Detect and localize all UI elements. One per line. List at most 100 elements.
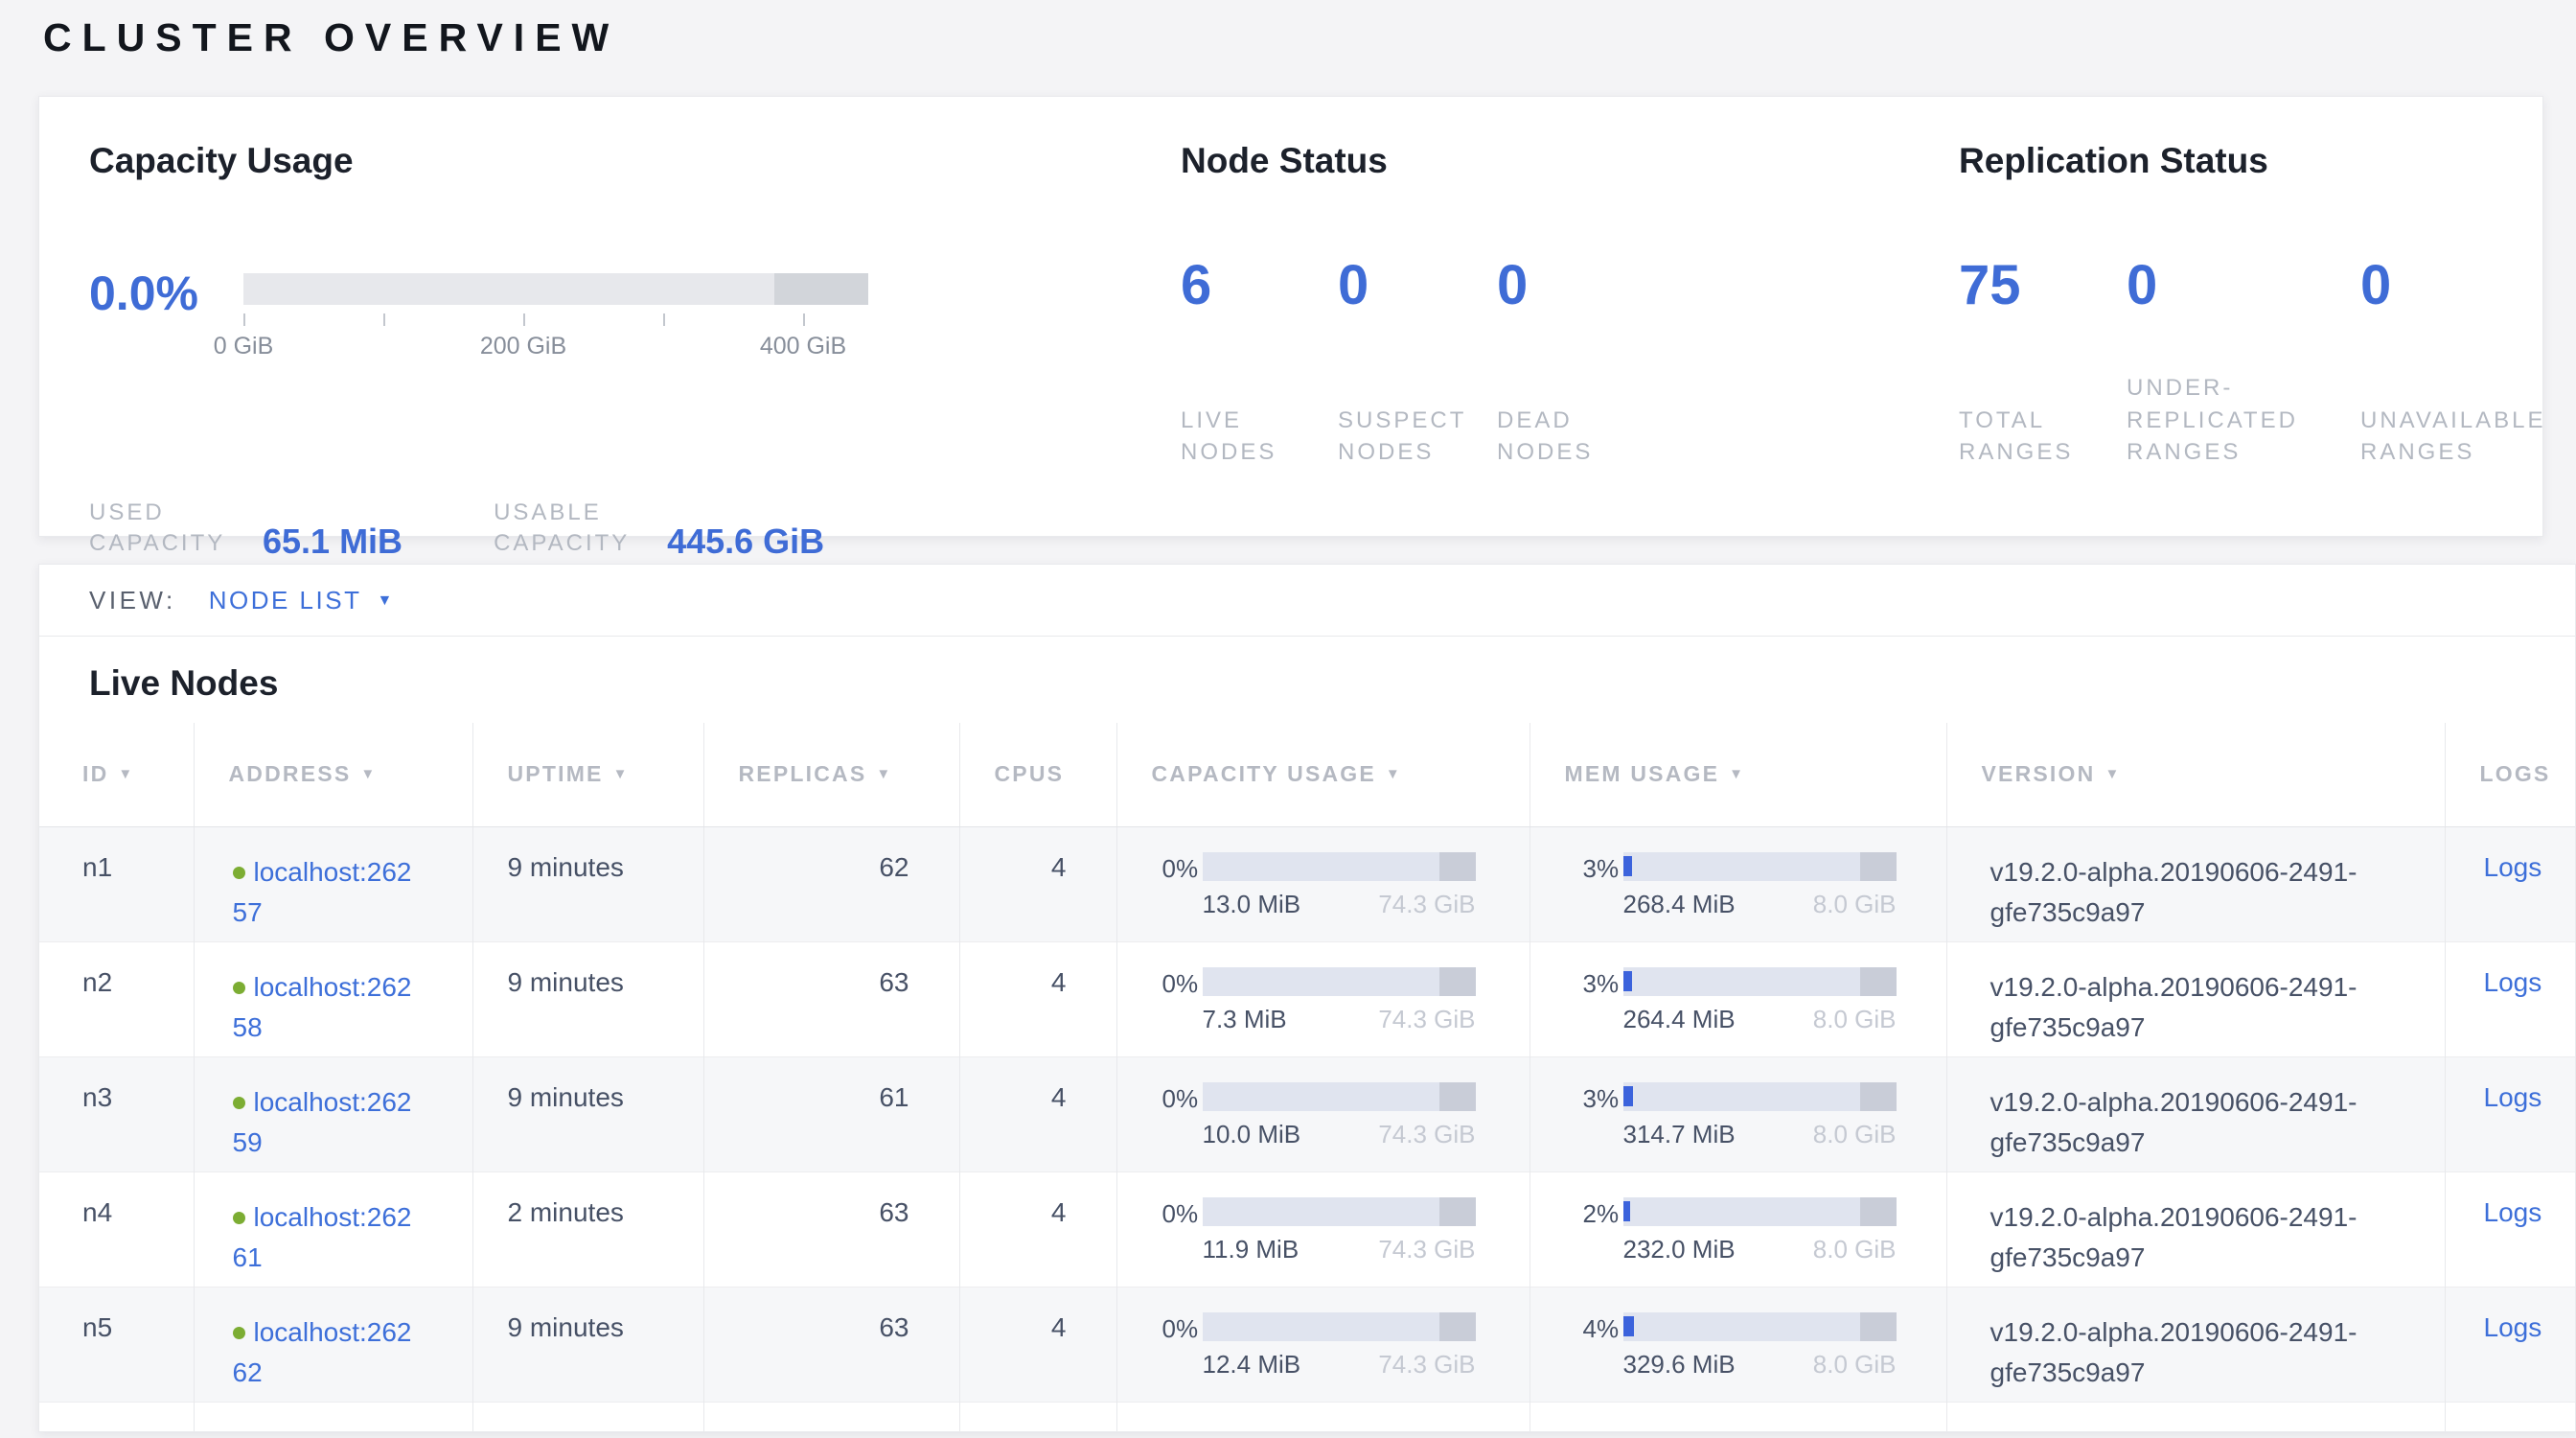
- usage-bar-reserved-segment: [1860, 967, 1896, 996]
- column-header-version[interactable]: VERSION▼: [1946, 723, 2445, 826]
- axis-tick: [523, 313, 525, 326]
- column-header-mem-usage[interactable]: MEM USAGE▼: [1530, 723, 1946, 826]
- mem-total-value: 8.0 GiB: [1813, 1235, 1897, 1264]
- nodes-card: VIEW: NODE LIST ▼ Live Nodes ID▼ ADDRESS…: [38, 564, 2576, 1432]
- capacity-usage-cell: 0% 10.0 MiB74.3 GiB: [1116, 1056, 1530, 1171]
- usage-bar-reserved-segment: [1860, 1312, 1896, 1341]
- capacity-used-value: 12.4 MiB: [1203, 1350, 1301, 1380]
- used-capacity-value: 65.1 MiB: [263, 522, 402, 562]
- live-nodes-stat: 6 LIVE NODES: [1181, 258, 1338, 469]
- node-live-dot: [233, 1327, 245, 1339]
- replication-status-items: 75 TOTAL RANGES 0 UNDER-REPLICATED RANGE…: [1959, 258, 2564, 469]
- column-header-cpus: CPUS: [959, 723, 1116, 826]
- version-cell: v19.2.0-alpha.20190606-2491-gfe735c9a97: [1946, 826, 2445, 941]
- capacity-used-value: 10.0 MiB: [1203, 1120, 1301, 1149]
- capacity-usage-bar: [1203, 1197, 1476, 1226]
- capacity-used-value: 11.9 MiB: [1203, 1235, 1300, 1264]
- mem-usage-cell: 3% 314.7 MiB8.0 GiB: [1530, 1056, 1946, 1171]
- dead-nodes-stat: 0 DEAD NODES: [1497, 258, 1660, 469]
- node-status-heading: Node Status: [1181, 141, 1388, 181]
- column-header-address[interactable]: ADDRESS▼: [194, 723, 472, 826]
- usage-bar-used-segment: [1623, 856, 1632, 875]
- capacity-usage-cell: 0% 11.9 MiB74.3 GiB: [1116, 1171, 1530, 1287]
- logs-link[interactable]: Logs: [2484, 852, 2542, 882]
- logs-link[interactable]: Logs: [2484, 967, 2542, 997]
- uptime-cell: 9 minutes: [472, 826, 703, 941]
- axis-tick-label: 200 GiB: [480, 333, 566, 360]
- column-header-capacity-usage[interactable]: CAPACITY USAGE▼: [1116, 723, 1530, 826]
- uptime-cell: 9 minutes: [472, 941, 703, 1056]
- capacity-used-value: 13.0 MiB: [1203, 890, 1301, 919]
- node-address-link[interactable]: localhost:26261: [233, 1202, 412, 1273]
- mem-percent-label: 3%: [1583, 1082, 1623, 1149]
- column-header-id[interactable]: ID▼: [39, 723, 194, 826]
- mem-usage-bar: [1623, 1082, 1897, 1111]
- cpus-cell: 4: [959, 1287, 1116, 1402]
- usage-bar-reserved-segment: [1439, 1082, 1475, 1111]
- cpus-cell: 4: [959, 826, 1116, 941]
- usage-bar-reserved-segment: [1439, 852, 1475, 881]
- node-address-link[interactable]: localhost:26257: [233, 857, 412, 928]
- node-address-link[interactable]: localhost:26259: [233, 1087, 412, 1158]
- summary-card: Capacity Usage 0.0% 0 GiB 200 GiB 400 Gi…: [38, 96, 2543, 537]
- usage-bar-reserved-segment: [1860, 1197, 1896, 1226]
- axis-tick: [243, 313, 245, 326]
- capacity-stats: USED CAPACITY 65.1 MiB USABLE CAPACITY 4…: [89, 498, 824, 558]
- uptime-cell: 9 minutes: [472, 1287, 703, 1402]
- usage-bar-reserved-segment: [1439, 967, 1475, 996]
- logs-link[interactable]: Logs: [2484, 1197, 2542, 1227]
- version-cell: v19.2.0-alpha.20190606-2491-gfe735c9a97: [1946, 1287, 2445, 1402]
- node-status-items: 6 LIVE NODES 0 SUSPECT NODES 0 DEAD NODE…: [1181, 258, 1660, 469]
- node-address-cell: localhost:26257: [194, 826, 472, 941]
- table-row-n3: n3 localhost:26259 9 minutes 61 4 0% 10.…: [39, 1056, 2576, 1171]
- column-header-uptime[interactable]: UPTIME▼: [472, 723, 703, 826]
- mem-usage-cell: 3% 268.4 MiB8.0 GiB: [1530, 826, 1946, 941]
- column-header-replicas[interactable]: REPLICAS▼: [703, 723, 959, 826]
- unavailable-ranges-value: 0: [2360, 258, 2564, 313]
- table-row-n4: n4 localhost:26261 2 minutes 63 4 0% 11.…: [39, 1171, 2576, 1287]
- suspect-nodes-stat: 0 SUSPECT NODES: [1338, 258, 1497, 469]
- axis-tick: [663, 313, 665, 326]
- mem-usage-bar: [1623, 1197, 1897, 1226]
- nodes-table: ID▼ ADDRESS▼ UPTIME▼ REPLICAS▼ CPUS CAPA…: [39, 723, 2576, 1431]
- total-ranges-stat: 75 TOTAL RANGES: [1959, 258, 2127, 469]
- cpus-cell: 4: [959, 941, 1116, 1056]
- capacity-bar: [243, 273, 868, 305]
- node-live-dot: [233, 867, 245, 879]
- node-list-dropdown[interactable]: NODE LIST ▼: [209, 586, 393, 615]
- mem-usage-cell: 4% 329.6 MiB8.0 GiB: [1530, 1287, 1946, 1402]
- node-address-link[interactable]: localhost:26262: [233, 1317, 412, 1388]
- version-cell: v19.2.0-alpha.20190606-2491-gfe735c9a97: [1946, 1056, 2445, 1171]
- mem-usage-bar: [1623, 852, 1897, 881]
- node-live-dot: [233, 1212, 245, 1224]
- live-nodes-heading: Live Nodes: [89, 661, 2575, 706]
- page-title: CLUSTER OVERVIEW: [43, 15, 619, 60]
- capacity-percent-label: 0%: [1162, 967, 1203, 1034]
- sort-descending-icon: ▼: [1729, 766, 1743, 782]
- mem-usage-cell: 2% 232.0 MiB 8.0 GiB: [1530, 1171, 1946, 1287]
- table-header-row: ID▼ ADDRESS▼ UPTIME▼ REPLICAS▼ CPUS CAPA…: [39, 723, 2576, 826]
- capacity-usage-bar: [1203, 1082, 1476, 1111]
- logs-cell: Logs: [2445, 941, 2576, 1056]
- dead-nodes-label: DEAD NODES: [1497, 405, 1660, 469]
- logs-link[interactable]: Logs: [2484, 1312, 2542, 1342]
- live-nodes-value: 6: [1181, 258, 1338, 313]
- capacity-total-value: 74.3 GiB: [1378, 1120, 1475, 1149]
- table-row-n1: n1 localhost:26257 9 minutes 62 4 0% 13.…: [39, 826, 2576, 941]
- table-row-partial: [39, 1402, 2576, 1431]
- logs-link[interactable]: Logs: [2484, 1082, 2542, 1112]
- cpus-cell: 4: [959, 1171, 1116, 1287]
- replicas-cell: 62: [703, 826, 959, 941]
- mem-used-value: 264.4 MiB: [1623, 1005, 1736, 1034]
- node-address-link[interactable]: localhost:26258: [233, 972, 412, 1043]
- replication-status-heading: Replication Status: [1959, 141, 2268, 181]
- usable-capacity-stat: USABLE CAPACITY 445.6 GiB: [494, 498, 824, 558]
- mem-used-value: 232.0 MiB: [1623, 1235, 1736, 1264]
- node-id-cell: n1: [39, 826, 194, 941]
- usage-bar-used-segment: [1623, 1201, 1631, 1220]
- suspect-nodes-label: SUSPECT NODES: [1338, 405, 1497, 469]
- mem-usage-cell: 3% 264.4 MiB8.0 GiB: [1530, 941, 1946, 1056]
- under-replicated-ranges-value: 0: [2127, 258, 2360, 313]
- axis-tick-label: 400 GiB: [760, 333, 846, 360]
- mem-percent-label: 2%: [1583, 1197, 1623, 1264]
